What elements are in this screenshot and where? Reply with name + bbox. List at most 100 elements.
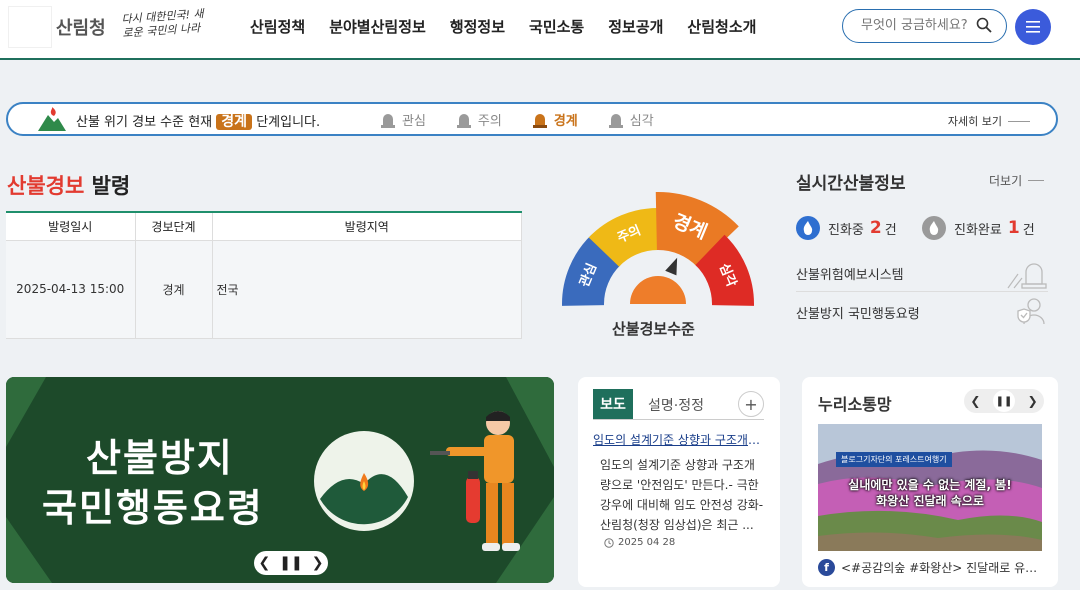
nav-communication[interactable]: 국민소통 — [529, 16, 584, 37]
facebook-icon: f — [818, 559, 835, 576]
pause-icon[interactable]: ❚❚ — [993, 390, 1015, 412]
warning-table: 발령일시 경보단계 발령지역 2025-04-13 15:00 경계 전국 — [6, 211, 522, 339]
cell-level: 경계 — [135, 240, 213, 339]
fire-alert-bar: 산불 위기 경보 수준 현재 경계 단계입니다. 관심 주의 경계 심각 자세히… — [6, 102, 1058, 136]
site-header: 산림청 다시 대한민국! 새로운 국민의 나라 산림정책 분야별산림정보 행정정… — [0, 0, 1080, 60]
banner-title-line1: 산불방지 — [86, 436, 234, 480]
firefighter-illustration — [430, 411, 520, 551]
link-fire-risk-system[interactable]: 산불위험예보시스템 — [796, 263, 1048, 289]
siren-icon — [381, 113, 395, 128]
press-release-panel: 보도 설명·정정 + 임도의 설계기준 상향과 구조개량으로 안전임도 임도의 … — [578, 377, 780, 587]
step-interest: 관심 — [380, 110, 426, 129]
alert-detail-link[interactable]: 자세히 보기 — [948, 113, 1030, 129]
step-label: 관심 — [402, 114, 426, 129]
alert-level-badge: 경계 — [216, 114, 253, 130]
col-level: 경보단계 — [135, 212, 213, 241]
date-text: 2025 04 28 — [618, 537, 676, 548]
detail-link-label: 자세히 보기 — [947, 115, 1002, 128]
col-region: 발령지역 — [212, 212, 522, 241]
alert-suffix: 단계입니다. — [256, 115, 321, 130]
col-issued-at: 발령일시 — [6, 212, 136, 241]
more-label: 더보기 — [989, 174, 1023, 188]
step-serious: 심각 — [608, 110, 654, 129]
mountain-fire-illustration — [314, 431, 414, 531]
slogan-calligraphy: 다시 대한민국! 새로운 국민의 나라 — [121, 7, 205, 40]
press-headline-link[interactable]: 임도의 설계기준 상향과 구조개량으로 안전임도 — [593, 431, 763, 448]
logo-emblem[interactable] — [8, 6, 52, 48]
fire-icon — [922, 216, 946, 240]
divider — [593, 419, 764, 420]
nav-about[interactable]: 산림청소개 — [687, 16, 756, 37]
warning-title-rest: 발령 — [84, 174, 131, 198]
nuri-thumbnail[interactable]: 블로그기자단의 포레스트여행기 실내에만 있을 수 없는 계절, 봄! 화왕산 … — [818, 424, 1042, 551]
siren-icon — [456, 113, 471, 128]
stat-in-progress[interactable]: 진화중 2 건 — [796, 216, 897, 240]
all-menu-button[interactable] — [1015, 9, 1051, 45]
gauge-needle — [665, 257, 678, 276]
step-caution: 주의 — [456, 110, 502, 129]
link-fire-action-guide[interactable]: 산불방지 국민행동요령 — [796, 298, 1048, 325]
realtime-more-link[interactable]: 더보기 — [989, 172, 1045, 189]
chevron-left-icon[interactable]: ❮ — [259, 555, 271, 571]
step-label: 경계 — [553, 114, 578, 129]
chevron-right-icon[interactable]: ❯ — [312, 555, 324, 571]
banner-slider-controls: ❮ ❚❚ ❯ — [254, 551, 328, 575]
press-date: 2025 04 28 — [604, 537, 675, 548]
clock-icon — [604, 537, 614, 548]
step-label: 심각 — [629, 114, 654, 129]
fire-prevention-banner[interactable]: 산불방지 국민행동요령 ❮ ❚❚ ❯ — [6, 377, 554, 583]
alert-prefix: 산불 위기 경보 수준 현재 — [76, 115, 213, 130]
person-shield-icon — [1017, 298, 1045, 325]
table-row: 2025-04-13 15:00 경계 전국 — [6, 240, 522, 339]
cell-region: 전국 — [212, 240, 522, 339]
warning-title-red: 산불경보 — [7, 174, 85, 198]
tab-clarification[interactable]: 설명·정정 — [648, 395, 704, 415]
fire-icon — [796, 216, 820, 240]
alert-message: 산불 위기 경보 수준 현재 경계 단계입니다. — [76, 111, 320, 131]
site-logo-text[interactable]: 산림청 — [56, 14, 106, 40]
siren-icon — [532, 113, 547, 128]
banner-title-line2: 국민행동요령 — [42, 486, 264, 530]
nuri-image-headline-2: 화왕산 진달래 속으로 — [876, 494, 984, 508]
siren-outline-icon — [1007, 263, 1047, 289]
stat-completed[interactable]: 진화완료 1 건 — [922, 216, 1035, 240]
arrow-right-icon — [1028, 180, 1045, 181]
chevron-right-icon[interactable]: ❯ — [1028, 394, 1038, 408]
realtime-title: 실시간산불정보 — [796, 174, 906, 194]
chevron-left-icon[interactable]: ❮ — [970, 394, 980, 408]
tab-press[interactable]: 보도 — [593, 389, 633, 419]
arrow-right-icon — [1008, 120, 1030, 122]
plus-icon[interactable]: + — [738, 391, 764, 417]
nav-admin-info[interactable]: 행정정보 — [450, 16, 505, 37]
nav-forest-policy[interactable]: 산림정책 — [250, 16, 305, 37]
nuri-image-tag: 블로그기자단의 포레스트여행기 — [836, 452, 952, 467]
stat-unit: 건 — [884, 222, 897, 238]
nuri-title: 누리소통망 — [818, 395, 892, 414]
stat-label: 진화완료 — [954, 222, 1002, 238]
press-body-text[interactable]: 임도의 설계기준 상향과 구조개량으로 '안전임도' 만든다.- 극한 강우에 … — [600, 455, 764, 535]
gauge-hub — [630, 276, 686, 304]
mountain-fire-icon — [38, 107, 66, 131]
nav-info-disclosure[interactable]: 정보공개 — [608, 16, 663, 37]
alert-steps: 관심 주의 경계 심각 — [380, 110, 684, 129]
gauge-label: 산불경보수준 — [612, 320, 695, 338]
nuri-slider-controls: ❮ ❚❚ ❯ — [964, 389, 1044, 413]
social-media-panel: 누리소통망 ❮ ❚❚ ❯ 블로그기자단의 포레스트여행기 실내에만 있을 수 없… — [802, 377, 1058, 587]
nuri-image-headline-1: 실내에만 있을 수 없는 계절, 봄! — [848, 478, 1012, 492]
search-icon[interactable] — [976, 17, 992, 33]
search-input[interactable] — [861, 18, 976, 33]
nuri-caption[interactable]: f <#공감의숲 #화왕산> 진달래로 유명한 화왕산 — [818, 559, 1042, 576]
stat-count: 1 — [1007, 218, 1020, 238]
stat-unit: 건 — [1022, 222, 1035, 238]
hamburger-icon — [1026, 21, 1040, 33]
link-label: 산불방지 국민행동요령 — [796, 307, 920, 322]
step-alert-active: 경계 — [532, 110, 578, 129]
nav-forest-info[interactable]: 분야별산림정보 — [329, 16, 426, 37]
divider — [796, 291, 1048, 292]
stat-label: 진화중 — [828, 222, 864, 238]
caption-text: <#공감의숲 #화왕산> 진달래로 유명한 화왕산 — [841, 561, 1042, 575]
siren-icon — [608, 113, 623, 128]
warning-title: 산불경보 발령 — [7, 170, 130, 200]
main-nav: 산림정책 분야별산림정보 행정정보 국민소통 정보공개 산림청소개 — [250, 16, 780, 37]
pause-icon[interactable]: ❚❚ — [279, 555, 302, 571]
